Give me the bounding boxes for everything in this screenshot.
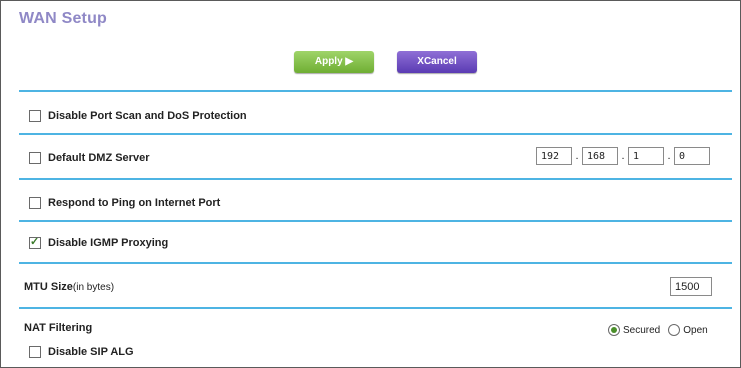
ping-checkbox[interactable]	[29, 197, 41, 209]
nat-filtering-options: Secured Open	[608, 324, 716, 336]
sip-alg-label: Disable SIP ALG	[48, 346, 134, 358]
divider	[19, 90, 732, 92]
nat-secured-radio[interactable]	[608, 324, 620, 336]
close-icon: X	[417, 56, 424, 67]
nat-filtering-label: NAT Filtering	[24, 322, 93, 334]
page-title: WAN Setup	[19, 10, 108, 27]
divider	[19, 307, 732, 309]
divider	[19, 178, 732, 180]
play-arrow-icon: ▶	[345, 56, 354, 67]
ip-separator: .	[667, 150, 671, 162]
dmz-ip-octet-1[interactable]: 192	[536, 147, 572, 165]
ping-row: Respond to Ping on Internet Port	[29, 197, 220, 209]
dmz-ip-address: 192 . 168 . 1 . 0	[536, 147, 710, 165]
ping-label: Respond to Ping on Internet Port	[48, 197, 221, 209]
divider	[19, 133, 732, 135]
nat-open-radio[interactable]	[668, 324, 681, 336]
wan-setup-panel: WAN Setup Apply ▶ XCancel Disable Port S…	[0, 0, 741, 368]
igmp-checkbox[interactable]	[29, 235, 41, 249]
dmz-ip-octet-3[interactable]: 1	[628, 147, 664, 165]
mtu-row: MTU Size (in bytes)	[24, 281, 114, 293]
mtu-input[interactable]: 1500	[670, 277, 712, 296]
sip-alg-row: Disable SIP ALG	[29, 346, 134, 358]
dmz-ip-octet-4[interactable]: 0	[674, 147, 710, 165]
sip-alg-checkbox[interactable]	[29, 346, 41, 358]
port-scan-label: Disable Port Scan and DoS Protection	[48, 110, 247, 122]
mtu-unit-label: (in bytes)	[72, 281, 115, 293]
port-scan-row: Disable Port Scan and DoS Protection	[29, 110, 247, 122]
divider	[19, 262, 732, 264]
dmz-checkbox[interactable]	[29, 152, 41, 164]
igmp-label: Disable IGMP Proxying	[48, 237, 169, 249]
nat-open-label: Open	[683, 324, 708, 336]
apply-button[interactable]: Apply ▶	[294, 51, 374, 73]
cancel-button[interactable]: XCancel	[397, 51, 477, 73]
apply-button-label: Apply	[314, 56, 343, 67]
port-scan-checkbox[interactable]	[29, 110, 41, 122]
dmz-label: Default DMZ Server	[48, 152, 150, 164]
dmz-ip-octet-2[interactable]: 168	[582, 147, 618, 165]
cancel-button-label: Cancel	[423, 56, 457, 67]
ip-separator: .	[621, 150, 625, 162]
nat-row: NAT Filtering	[24, 322, 92, 334]
ip-separator: .	[575, 150, 579, 162]
mtu-label: MTU Size	[24, 281, 73, 293]
dmz-row: Default DMZ Server	[29, 152, 149, 164]
nat-secured-label: Secured	[623, 324, 661, 336]
igmp-row: Disable IGMP Proxying	[29, 235, 169, 249]
divider	[19, 220, 732, 222]
